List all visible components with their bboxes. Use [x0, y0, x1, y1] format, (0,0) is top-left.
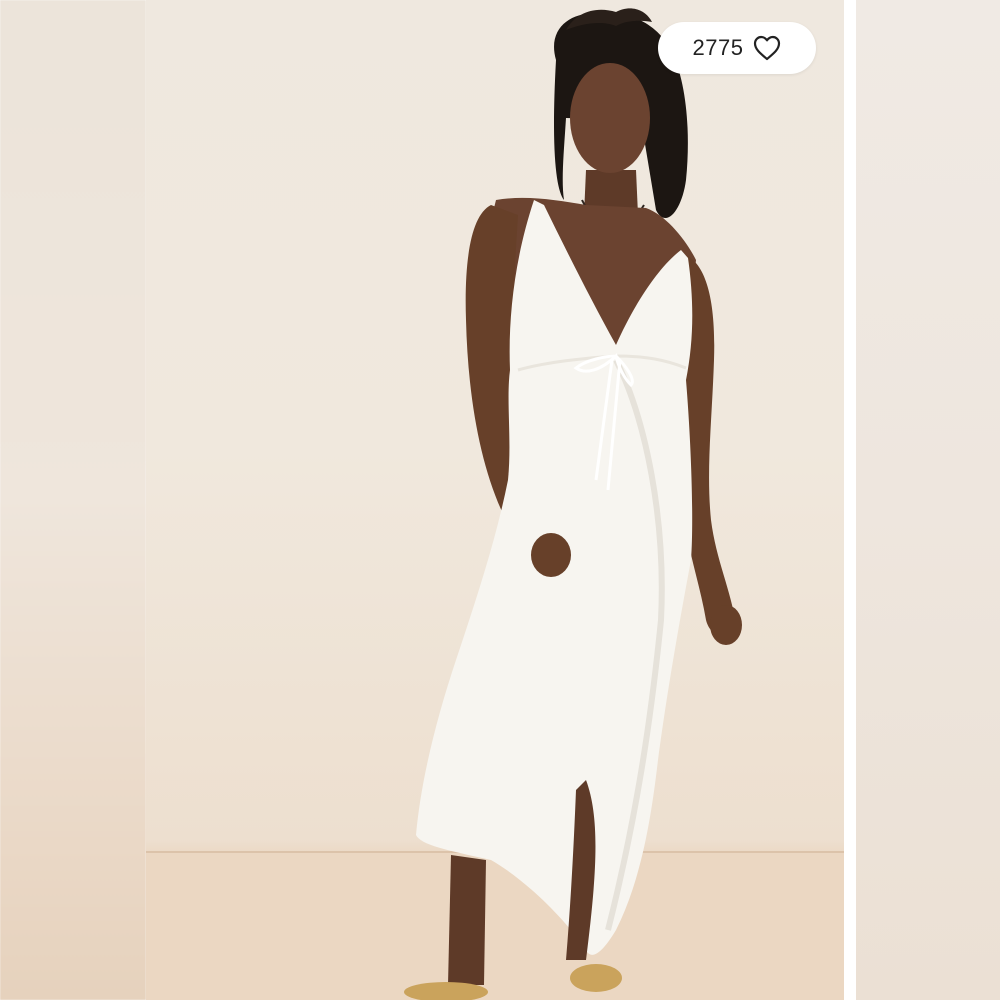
floor — [146, 852, 844, 1000]
left-hand — [531, 533, 571, 577]
model-in-white-dress-illustration — [146, 8, 844, 1000]
previous-photo-edge[interactable] — [0, 0, 146, 1000]
right-sandal — [570, 964, 622, 992]
right-hand — [710, 605, 742, 645]
like-count: 2775 — [692, 35, 744, 60]
left-leg — [448, 855, 486, 985]
product-photo[interactable] — [146, 0, 844, 1000]
heart-outline-icon — [754, 35, 781, 61]
listing-image-viewer: 2775 — [0, 0, 1000, 1000]
like-button[interactable]: 2775 — [658, 22, 816, 74]
face — [570, 63, 650, 173]
next-photo-edge[interactable] — [856, 0, 1000, 1000]
photo-gutter — [844, 0, 856, 1000]
dress — [416, 200, 693, 955]
